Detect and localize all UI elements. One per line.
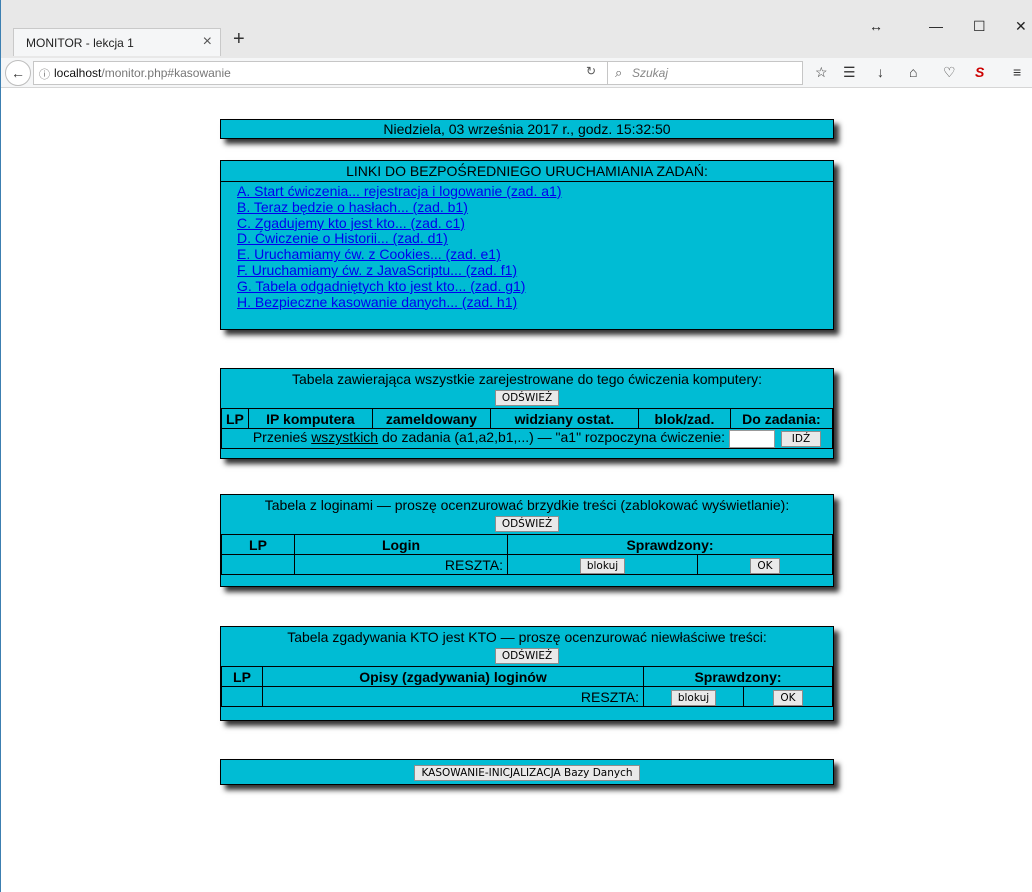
resize-icon[interactable]: ↔	[869, 18, 883, 34]
home-icon[interactable]: ⌂	[909, 64, 917, 80]
url-path: /monitor.php#kasowanie	[101, 66, 231, 80]
logins-table: LP Login Sprawdzony: RESZTA: blokuj OK	[221, 534, 833, 575]
pocket-icon[interactable]: ♡	[943, 64, 956, 81]
guess-caption: Tabela zgadywania KTO jest KTO — proszę …	[287, 629, 767, 645]
minimize-button[interactable]: —	[929, 18, 943, 34]
tab-title: MONITOR - lekcja 1	[26, 36, 134, 50]
col-last-seen: widziany ostat.	[489, 408, 639, 429]
menu-icon[interactable]: ≡	[1013, 64, 1021, 80]
date-text: Niedziela, 03 września 2017 r., godz. 15…	[383, 121, 671, 137]
move-suffix: do zadania (a1,a2,b1,...) — "a1" rozpocz…	[378, 429, 725, 446]
rest-label: RESZTA:	[294, 554, 508, 575]
col-lp: LP	[221, 666, 263, 687]
search-icon: ⌕	[615, 65, 623, 80]
new-tab-button[interactable]: +	[233, 28, 245, 51]
block-button[interactable]: blokuj	[670, 689, 717, 706]
rest-label: RESZTA:	[262, 686, 644, 707]
task-code-input[interactable]	[728, 429, 775, 448]
logins-header-row: LP Login Sprawdzony:	[221, 534, 833, 555]
tab-close-icon[interactable]: ×	[203, 33, 212, 51]
search-input[interactable]: ⌕ Szukaj	[607, 61, 803, 85]
extension-icon[interactable]: S	[975, 64, 984, 80]
download-icon[interactable]: ↓	[877, 64, 884, 80]
col-lp: LP	[221, 408, 249, 429]
logins-refresh-button[interactable]: ODŚWIEŻ	[494, 516, 560, 532]
computers-header-row: LP IP komputera zameldowany widziany ost…	[221, 408, 834, 429]
computers-caption: Tabela zawierająca wszystkie zarejestrow…	[292, 371, 762, 387]
task-link-f1[interactable]: F. Uruchamiamy ćw. z JavaScriptu... (zad…	[237, 262, 833, 279]
col-to-task: Do zadania:	[729, 408, 834, 429]
guess-header-row: LP Opisy (zgadywania) loginów Sprawdzony…	[221, 666, 833, 687]
task-link-a1[interactable]: A. Start ćwiczenia... rejestracja i logo…	[237, 183, 833, 200]
guess-rest-row: RESZTA: blokuj OK	[221, 686, 833, 707]
info-icon[interactable]: ⓘ	[39, 66, 50, 82]
logins-caption: Tabela z loginami — proszę ocenzurować b…	[264, 497, 790, 513]
col-logged-in: zameldowany	[371, 408, 491, 429]
guess-table: LP Opisy (zgadywania) loginów Sprawdzony…	[221, 666, 833, 707]
col-checked: Sprawdzony:	[643, 666, 833, 687]
tab-bar: MONITOR - lekcja 1 × + ↔ — ☐ ✕	[1, 0, 1032, 60]
move-all-link[interactable]: wszystkich	[311, 429, 378, 445]
links-list: A. Start ćwiczenia... rejestracja i logo…	[221, 182, 833, 310]
back-button[interactable]: ←	[5, 60, 31, 86]
col-ip: IP komputera	[247, 408, 373, 429]
guess-panel: Tabela zgadywania KTO jest KTO — proszę …	[220, 626, 834, 721]
task-link-e1[interactable]: E. Uruchamiamy ćw. z Cookies... (zad. e1…	[237, 246, 833, 263]
task-link-c1[interactable]: C. Zgadujemy kto jest kto... (zad. c1)	[237, 215, 833, 232]
reload-icon[interactable]: ↻	[586, 64, 596, 78]
task-links-panel: LINKI DO BEZPOŚREDNIEGO URUCHAMIANIA ZAD…	[220, 160, 834, 330]
search-placeholder: Szukaj	[632, 66, 669, 80]
close-window-button[interactable]: ✕	[1015, 18, 1027, 35]
bookmark-star-icon[interactable]: ☆	[815, 64, 828, 81]
col-descriptions: Opisy (zgadywania) loginów	[262, 666, 644, 687]
logins-rest-row: RESZTA: blokuj OK	[221, 554, 833, 575]
move-prefix: Przenieś	[252, 429, 312, 446]
reading-list-icon[interactable]: ☰	[843, 64, 856, 81]
computers-panel: Tabela zawierająca wszystkie zarejestrow…	[220, 368, 834, 459]
logins-panel: Tabela z loginami — proszę ocenzurować b…	[220, 494, 834, 587]
tab-monitor[interactable]: MONITOR - lekcja 1 ×	[13, 28, 221, 56]
col-checked: Sprawdzony:	[507, 534, 833, 555]
move-all-row: Przenieś wszystkich do zadania (a1,a2,b1…	[221, 428, 833, 449]
ok-button[interactable]: OK	[750, 557, 780, 574]
col-lp: LP	[221, 534, 295, 555]
navigation-bar: ← ⓘ localhost/monitor.php#kasowanie ↻ ⌕ …	[1, 58, 1032, 88]
date-banner: Niedziela, 03 września 2017 r., godz. 15…	[220, 119, 834, 139]
url-host: localhost	[54, 66, 102, 80]
reset-panel: KASOWANIE-INICJALIZACJA Bazy Danych	[220, 759, 834, 785]
task-link-b1[interactable]: B. Teraz będzie o hasłach... (zad. b1)	[237, 199, 833, 216]
task-link-h1[interactable]: H. Bezpieczne kasowanie danych... (zad. …	[237, 294, 833, 311]
col-block-task: blok/zad.	[637, 408, 731, 429]
task-link-g1[interactable]: G. Tabela odgadniętych kto jest kto... (…	[237, 278, 833, 295]
col-login: Login	[294, 534, 508, 555]
computers-table: LP IP komputera zameldowany widziany ost…	[221, 408, 834, 449]
computers-refresh-button[interactable]: ODŚWIEŻ	[494, 390, 560, 406]
links-title: LINKI DO BEZPOŚREDNIEGO URUCHAMIANIA ZAD…	[221, 161, 833, 182]
maximize-button[interactable]: ☐	[973, 18, 986, 35]
go-button[interactable]: IDŹ	[780, 431, 822, 448]
block-button[interactable]: blokuj	[579, 557, 626, 574]
task-link-d1[interactable]: D. Ćwiczenie o Historii... (zad. d1)	[237, 231, 833, 247]
guess-refresh-button[interactable]: ODŚWIEŻ	[494, 648, 560, 664]
ok-button[interactable]: OK	[773, 689, 803, 706]
reset-database-button[interactable]: KASOWANIE-INICJALIZACJA Bazy Danych	[414, 765, 640, 781]
url-bar[interactable]: ⓘ localhost/monitor.php#kasowanie	[33, 61, 609, 85]
